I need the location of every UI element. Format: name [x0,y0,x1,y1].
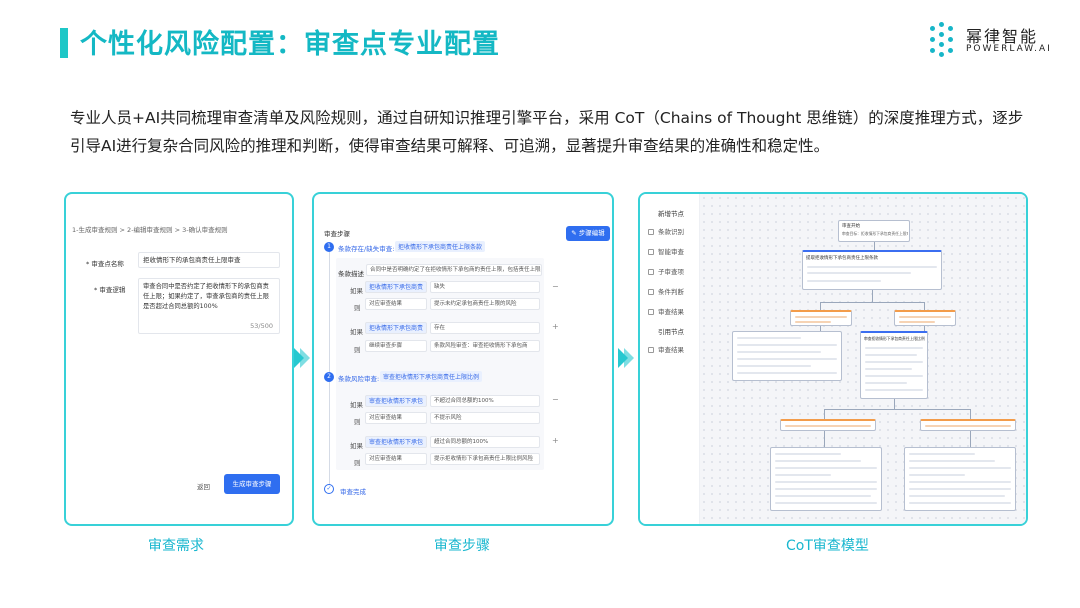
rule-4-condition[interactable]: 审查拒收情形下承包商... [365,436,427,448]
step-2-badge: 2 [324,372,334,382]
flow-node-cond-exceed[interactable] [920,419,1016,431]
flow-node-cond-exist[interactable] [894,310,956,326]
flow-node-cond-within[interactable] [780,419,876,431]
clause-icon [648,229,654,235]
name-input[interactable]: 拒收情形下的承包商责任上限审查 [138,252,280,268]
step-edit-label: 步骤编辑 [578,229,605,237]
rule-3-then: 则 [354,418,361,426]
generate-steps-button[interactable]: 生成审查步骤 [224,474,280,494]
result-icon [648,309,654,315]
review-steps-panel: 审查步骤 ✎ 步骤编辑 1 条款存在/缺失审查: 拒收情形下承包商责任上限条款 … [312,192,614,526]
review-done-label: 审查完成 [340,488,366,496]
remove-rule-1-icon[interactable]: − [552,282,559,291]
step-1-badge: 1 [324,242,334,252]
sub-review-icon [648,269,654,275]
char-counter: 53/500 [250,322,273,330]
caption-steps: 审查步骤 [434,538,490,554]
arrow-right-icon [618,346,638,370]
palette-item-condition[interactable]: 条件判断 [648,286,684,296]
flow-canvas[interactable]: 审查开始 审查目标：拒收情形下承包商责任上限审查 提取拒收情形下承包商责任上限条… [700,194,1026,524]
rule-4-result[interactable]: 提示拒收情形下承包商责任上限比例风险 [430,453,540,465]
node-palette: 新增节点 条款识别 智能审查 子审查项 条件判断 审查结果 引用节点 审查结果 [640,194,700,524]
rule-3-result[interactable]: 不提示风险 [430,412,540,424]
breadcrumb: 1-生成审查规则 > 2-编辑审查规则 > 3-确认审查规则 [72,226,228,234]
logo: 幂律智能 POWERLAW.AI [928,22,1058,58]
page-title: 个性化风险配置：审查点专业配置 [80,29,500,60]
back-button[interactable]: 返回 [197,481,210,491]
rule-1-result[interactable]: 提示未约定承包商责任上限的风险 [430,298,540,310]
desc-label: 条款描述 [338,270,364,278]
add-rule-1-icon[interactable]: + [552,322,559,331]
flow-node-cond-missing[interactable] [790,310,852,326]
palette-item-clause-identify[interactable]: 条款识别 [648,226,684,236]
rule-3-condition[interactable]: 审查拒收情形下承包商... [365,395,427,407]
flow-node-extract[interactable]: 提取拒收情形下承包商责任上限条款 [802,250,942,290]
ref-result-icon [648,347,654,353]
flow-node-root[interactable]: 审查开始 审查目标：拒收情形下承包商责任上限审查 [838,220,910,242]
rule-2-result[interactable]: 条款风险审查：审查拒收情形下承包商 [430,340,540,352]
rule-1-if: 如果 [350,287,363,295]
rule-1-condition[interactable]: 拒收情形下承包商责任... [365,281,427,293]
rule-4-operator[interactable]: 超过合同总额的100% [430,436,540,448]
rule-3-action[interactable]: 对应审查结果 [365,412,427,424]
flow-node-result-2[interactable] [770,447,882,511]
ref-title: 引用节点 [658,328,684,336]
flow-node-ratio[interactable]: 审查拒收情形下承包商责任上限比例 [860,331,928,399]
condition-icon [648,289,654,295]
name-label: * 审查点名称 [86,260,124,268]
steps-title: 审查步骤 [324,230,350,238]
step-1-label: 条款存在/缺失审查: [338,245,395,253]
palette-ref-result[interactable]: 审查结果 [648,344,684,354]
rule-4-then: 则 [354,459,361,467]
rule-2-if: 如果 [350,328,363,336]
palette-item-result[interactable]: 审查结果 [648,306,684,316]
arrow-right-icon [294,346,314,370]
caption-cot: CoT审查模型 [786,538,869,554]
logic-label: * 审查逻辑 [94,286,126,294]
rule-2-then: 则 [354,346,361,354]
rule-4-action[interactable]: 对应审查结果 [365,453,427,465]
logic-textarea[interactable]: 审查合同中是否约定了拒收情形下的承包商责任上限；如果约定了，审查承包商的责任上限… [138,278,280,334]
remove-rule-3-icon[interactable]: − [552,395,559,404]
palette-item-smart-review[interactable]: 智能审查 [648,246,684,256]
rule-4-if: 如果 [350,442,363,450]
rule-3-if: 如果 [350,401,363,409]
logo-en: POWERLAW.AI [966,44,1052,54]
rule-1-then: 则 [354,304,361,312]
logic-value: 审查合同中是否约定了拒收情形下的承包商责任上限；如果约定了，审查承包商的责任上限… [143,283,269,310]
step-edit-button[interactable]: ✎ 步骤编辑 [566,226,610,241]
flow-node-result-1[interactable] [732,331,842,381]
done-check-icon: ✓ [324,484,334,494]
rule-3-operator[interactable]: 不超过合同总额的100% [430,395,540,407]
rule-1-action[interactable]: 对应审查结果 [365,298,427,310]
review-icon [648,249,654,255]
cot-model-panel: 新增节点 条款识别 智能审查 子审查项 条件判断 审查结果 引用节点 审查结果 … [638,192,1028,526]
review-requirement-panel: 1-生成审查规则 > 2-编辑审查规则 > 3-确认审查规则 * 审查点名称 拒… [64,192,294,526]
timeline-line [329,250,330,485]
palette-item-sub-review[interactable]: 子审查项 [648,266,684,276]
flow-node-result-3[interactable] [904,447,1016,511]
rule-1-operator[interactable]: 缺失 [430,281,540,293]
rule-2-operator[interactable]: 存在 [430,322,540,334]
step-2-tag: 审查拒收情形下承包商责任上限比例 [380,371,483,382]
title-accent-bar [60,28,68,58]
add-rule-2-icon[interactable]: + [552,436,559,445]
caption-requirement: 审查需求 [148,538,204,554]
step-2-label: 条款风险审查: [338,375,380,383]
rule-2-action[interactable]: 继续审查步骤 [365,340,427,352]
logo-icon [928,22,962,58]
rule-2-condition[interactable]: 拒收情形下承包商责任... [365,322,427,334]
intro-text: 专业人员+AI共同梳理审查清单及风险规则，通过自研知识推理引擎平台，采用 CoT… [70,109,1024,155]
desc-input[interactable]: 合同中是否明确约定了在拒收情形下承包商的责任上限，包括责任上限的 [366,264,542,276]
edit-icon: ✎ [571,229,579,237]
step-1-tag: 拒收情形下承包商责任上限条款 [395,241,486,252]
palette-title: 新增节点 [658,210,684,218]
